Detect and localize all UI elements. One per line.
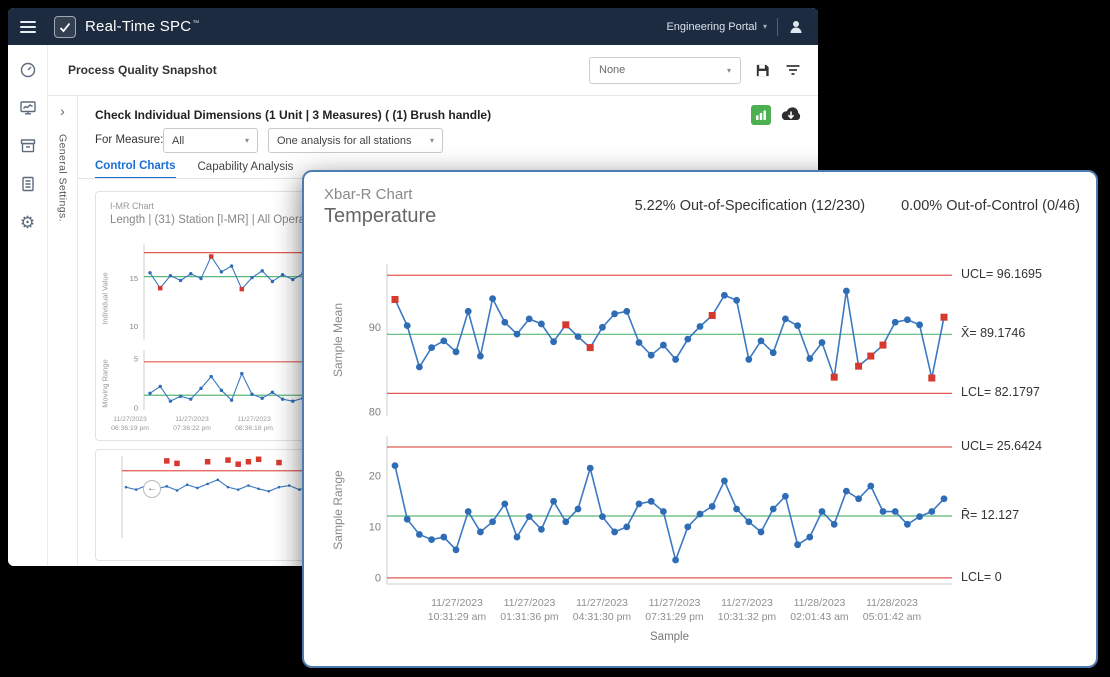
x-tick-label: 11/27/202307:36:22 pm xyxy=(162,416,222,434)
xbar-mean-chart: 90 80 xyxy=(352,264,952,416)
save-button[interactable] xyxy=(754,62,771,79)
sidebar-item-device-list-icon[interactable] xyxy=(17,173,39,195)
x-axis-title: Sample xyxy=(387,631,952,643)
out-of-specification-stat: 5.22% Out-of-Specification (12/230) xyxy=(635,198,866,214)
tab-capability-analysis[interactable]: Capability Analysis xyxy=(198,160,294,179)
general-settings-panel: › General Settings. xyxy=(48,96,78,566)
app-logo-icon xyxy=(54,16,76,38)
sidebar-item-storage-icon[interactable] xyxy=(17,135,39,157)
svg-text:20: 20 xyxy=(369,470,381,482)
chart-view-button[interactable] xyxy=(751,105,771,125)
tab-control-charts[interactable]: Control Charts xyxy=(95,160,176,179)
header-divider xyxy=(777,18,778,36)
chart-tabs: Control Charts Capability Analysis xyxy=(95,160,293,179)
out-of-control-stat: 0.00% Out-of-Control (0/46) xyxy=(901,198,1080,214)
imr-individual-chart: 1510 xyxy=(124,244,309,340)
preset-select-value: None xyxy=(599,64,625,76)
svg-text:80: 80 xyxy=(369,406,381,418)
station-analysis-select[interactable]: One analysis for all stations ▾ xyxy=(268,128,443,153)
xbar-range-chart: 20 10 0 xyxy=(352,436,952,586)
chevron-down-icon: ▾ xyxy=(727,66,731,75)
chart-statistics: 5.22% Out-of-Specification (12/230) 0.00… xyxy=(635,198,1080,214)
chevron-down-icon: ▾ xyxy=(245,136,249,145)
moving-range-axis-label: Moving Range xyxy=(101,349,110,419)
x-tick-label: 11/28/202305:01:42 am xyxy=(846,596,938,624)
menu-icon[interactable] xyxy=(20,18,42,36)
svg-text:15: 15 xyxy=(130,274,138,283)
chevron-down-icon: ▾ xyxy=(763,22,767,31)
chevron-down-icon: ▾ xyxy=(430,136,434,145)
mean-ucl-label: UCL= 96.1695 xyxy=(961,267,1042,281)
sidebar-item-settings-gear-icon[interactable]: ⚙ xyxy=(17,211,39,233)
imr-chart-subtitle: Length | (31) Station [I-MR] | All Opera… xyxy=(110,214,324,226)
snapshot-toolbar: Process Quality Snapshot None ▾ xyxy=(48,45,818,96)
desktop-background: Real-Time SPC™ Engineering Portal ▾ xyxy=(0,0,1110,677)
sample-mean-axis-label: Sample Mean xyxy=(331,285,345,395)
xbar-chart-type-label: Xbar-R Chart xyxy=(324,186,412,203)
x-tick-label: 11/27/202308:36:18 pm xyxy=(224,416,284,434)
range-center-label: R̄= 12.127 xyxy=(961,508,1019,522)
x-tick-label: 11/27/202306:36:19 pm xyxy=(100,416,160,434)
imr-moving-range-chart: 50 xyxy=(124,350,309,410)
range-lcl-label: LCL= 0 xyxy=(961,570,1002,584)
app-title: Real-Time SPC™ xyxy=(85,18,199,35)
xbar-chart-title: Temperature xyxy=(324,205,436,228)
analysis-heading: Check Individual Dimensions (1 Unit | 3 … xyxy=(95,108,491,122)
individual-value-axis-label: Individual Value xyxy=(101,259,110,339)
icon-sidebar: ⚙ xyxy=(8,45,48,566)
range-ucl-label: UCL= 25.6424 xyxy=(961,439,1042,453)
svg-text:0: 0 xyxy=(375,572,381,584)
imr-chart-type-label: I-MR Chart xyxy=(110,201,154,211)
measure-select[interactable]: All ▾ xyxy=(163,128,258,153)
for-measure-label: For Measure: xyxy=(95,134,163,146)
trademark-symbol: ™ xyxy=(192,20,199,27)
filter-button[interactable] xyxy=(784,61,802,79)
xbar-x-axis-labels: 11/27/202310:31:29 am11/27/202301:31:36 … xyxy=(387,596,952,630)
expand-panel-button[interactable]: › xyxy=(60,104,65,118)
svg-text:10: 10 xyxy=(130,322,138,331)
app-header: Real-Time SPC™ Engineering Portal ▾ xyxy=(8,8,818,45)
mean-center-label: X̄= 89.1746 xyxy=(961,326,1025,340)
svg-text:0: 0 xyxy=(134,404,138,413)
sample-range-axis-label: Sample Range xyxy=(331,455,345,565)
measure-select-value: All xyxy=(172,135,184,147)
sidebar-item-monitor-chart-icon[interactable] xyxy=(17,97,39,119)
portal-dropdown[interactable]: Engineering Portal ▾ xyxy=(666,21,767,33)
mean-lcl-label: LCL= 82.1797 xyxy=(961,385,1040,399)
page-title: Process Quality Snapshot xyxy=(68,63,217,77)
user-account-icon[interactable] xyxy=(788,19,804,35)
svg-text:10: 10 xyxy=(369,521,381,533)
xbar-r-chart-window: Xbar-R Chart Temperature 5.22% Out-of-Sp… xyxy=(302,170,1098,668)
previous-chart-button[interactable]: ← xyxy=(143,480,161,498)
svg-text:90: 90 xyxy=(369,322,381,334)
sidebar-item-dashboard-icon[interactable] xyxy=(17,59,39,81)
svg-text:5: 5 xyxy=(134,354,138,363)
preset-select[interactable]: None ▾ xyxy=(589,57,741,84)
cloud-download-button[interactable] xyxy=(779,106,803,123)
imr-x-axis-labels: 11/27/202306:36:19 pm11/27/202307:36:22 … xyxy=(104,416,289,438)
general-settings-label: General Settings. xyxy=(57,134,69,222)
station-analysis-value: One analysis for all stations xyxy=(277,135,412,147)
